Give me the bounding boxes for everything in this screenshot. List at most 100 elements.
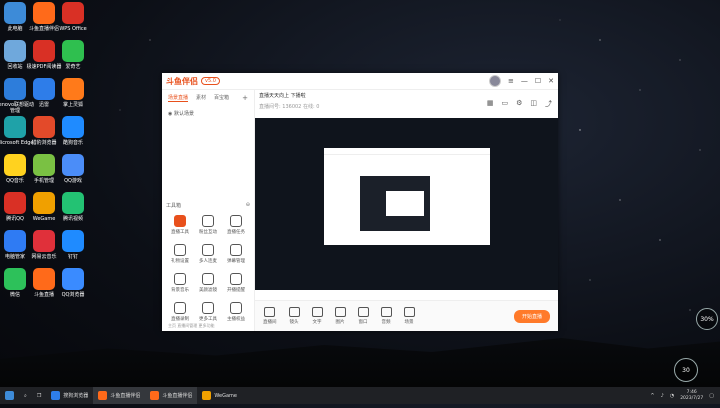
clock-date: 2023/7/27 bbox=[680, 395, 704, 401]
app-icon bbox=[62, 230, 84, 252]
tool-item[interactable]: 弹幕管理 bbox=[222, 244, 250, 264]
stream-info: 直播天天向上 下播啦 直播间号: 136002 在线: 0 ▦ ▭ ⚙ ◫ ⤴ bbox=[255, 90, 558, 120]
tool-label: 更多工具 bbox=[199, 317, 217, 322]
tab-materials[interactable]: 素材 bbox=[196, 94, 206, 102]
desktop-icon-label: QQ浏览器 bbox=[61, 292, 85, 298]
system-tray: ^ ♪ ◔ 7:46 2023/7/27 ▢ bbox=[650, 390, 720, 402]
scene-item[interactable]: ◉ 默认场景 bbox=[162, 106, 254, 121]
clock[interactable]: 7:46 2023/7/27 bbox=[680, 390, 703, 402]
taskbar: ⌕ ❐ 搜狗浏览器 斗鱼直播伴侣 斗鱼直播伴侣 WeGame ^ ♪ ◔ 7:46 2… bbox=[0, 387, 720, 404]
tool-item[interactable]: 背景音乐 bbox=[166, 273, 194, 293]
toolbar-button-label: 窗口 bbox=[358, 320, 368, 325]
tool-label: 美颜滤镜 bbox=[199, 288, 217, 293]
toolbar-button[interactable]: 图片 bbox=[334, 307, 346, 325]
tool-item[interactable]: 直播任务 bbox=[222, 215, 250, 235]
maximize-icon[interactable]: ☐ bbox=[535, 77, 541, 85]
net-speed-widget[interactable]: 30% bbox=[696, 308, 718, 330]
live-preview[interactable] bbox=[255, 118, 558, 290]
tool-label: 粉丝互动 bbox=[199, 230, 217, 235]
tool-item[interactable]: 粉丝互动 bbox=[194, 215, 222, 235]
tool-label: 背景音乐 bbox=[171, 288, 189, 293]
collapse-icon[interactable]: ⊖ bbox=[246, 202, 250, 209]
left-panel: 场景直播 素材 百宝箱 + ◉ 默认场景 工具箱 ⊖ 直播工具 粉丝互动 直播任务礼… bbox=[162, 90, 255, 331]
toolbox-header: 工具箱 ⊖ bbox=[166, 202, 250, 209]
tool-label: 多人连麦 bbox=[199, 259, 217, 264]
notification-icon[interactable]: ▢ bbox=[709, 393, 714, 399]
desktop-icon-label: 钉钉 bbox=[67, 254, 78, 260]
tool-item[interactable]: 更多工具 bbox=[194, 302, 222, 322]
app-icon bbox=[62, 78, 84, 100]
cpu-value: 30 bbox=[682, 366, 690, 374]
windows-icon bbox=[5, 391, 14, 400]
app-icon bbox=[62, 154, 84, 176]
main-area: 直播天天向上 下播啦 直播间号: 136002 在线: 0 ▦ ▭ ⚙ ◫ ⤴ … bbox=[255, 90, 558, 331]
tool-label: 弹幕管理 bbox=[227, 259, 245, 264]
cpu-widget[interactable]: 30 bbox=[674, 358, 698, 382]
add-icon[interactable]: + bbox=[242, 94, 248, 102]
tool-icon bbox=[174, 273, 186, 285]
app-icon bbox=[202, 391, 212, 400]
toolbar-button[interactable]: 文字 bbox=[311, 307, 323, 325]
desktop-icon-label: 爱奇艺 bbox=[65, 64, 81, 70]
tool-item[interactable]: 主播权益 bbox=[222, 302, 250, 322]
start-live-button[interactable]: 开始直播 bbox=[513, 309, 550, 323]
tool-item[interactable]: 直播工具 bbox=[166, 215, 194, 235]
version-badge[interactable]: v5.0 bbox=[201, 77, 220, 85]
eye-icon[interactable]: ◉ bbox=[168, 111, 172, 117]
up-arrow-icon[interactable]: ^ bbox=[650, 393, 654, 399]
desktop-icon[interactable]: QQ游戏 bbox=[52, 154, 94, 184]
tool-item[interactable]: 开播提醒 bbox=[222, 273, 250, 293]
toolbar-button[interactable]: 音频 bbox=[380, 307, 392, 325]
stream-title[interactable]: 直播天天向上 下播啦 bbox=[259, 92, 554, 99]
left-footer: 主页 直播间管理 更多功能 bbox=[168, 323, 215, 328]
start-button[interactable] bbox=[0, 387, 19, 404]
desktop-icon[interactable]: 钉钉 bbox=[52, 230, 94, 260]
taskbar-app[interactable]: 搜狗浏览器 bbox=[46, 387, 93, 404]
share-icon[interactable]: ⤴ bbox=[545, 99, 552, 109]
app-logo: 斗鱼伴侣 bbox=[166, 76, 198, 86]
tool-icon bbox=[230, 302, 242, 314]
toolbar-button[interactable]: 直播间 bbox=[263, 307, 277, 325]
taskbar-app[interactable]: 斗鱼直播伴侣 bbox=[145, 387, 198, 404]
toolbar-button-label: 音频 bbox=[381, 320, 391, 325]
settings-icon[interactable]: ⚙ bbox=[516, 99, 522, 109]
taskbar-app[interactable]: WeGame bbox=[197, 387, 242, 404]
desktop-icon[interactable]: 酷狗音乐 bbox=[52, 116, 94, 146]
tool-item[interactable]: 美颜滤镜 bbox=[194, 273, 222, 293]
desktop-icon[interactable]: 爱奇艺 bbox=[52, 40, 94, 70]
desktop-icon[interactable]: 掌上灵狐 bbox=[52, 78, 94, 108]
tab-scenes[interactable]: 场景直播 bbox=[168, 94, 189, 102]
camera-icon[interactable]: ◫ bbox=[530, 99, 537, 109]
tool-label: 直播任务 bbox=[227, 230, 245, 235]
bottom-toolbar: 直播间 镜头 文字 图片 窗口 音频 场景 开始直播 bbox=[255, 300, 558, 331]
taskbar-app-label: 搜狗浏览器 bbox=[63, 393, 89, 399]
avatar[interactable] bbox=[488, 75, 501, 87]
tool-item[interactable]: 多人连麦 bbox=[194, 244, 222, 264]
desktop-icon[interactable]: 腾讯视频 bbox=[52, 192, 94, 222]
toolbar-button-label: 直播间 bbox=[263, 320, 277, 325]
tool-icon bbox=[230, 215, 242, 227]
menu-icon[interactable]: ≡ bbox=[508, 77, 514, 85]
minimize-icon[interactable]: — bbox=[521, 77, 528, 85]
tool-item[interactable]: 礼物设置 bbox=[166, 244, 194, 264]
toolbar-button[interactable]: 镜头 bbox=[288, 307, 300, 325]
task-view-button[interactable]: ❐ bbox=[32, 387, 46, 404]
search-button[interactable]: ⌕ bbox=[19, 387, 32, 404]
desktop-icon[interactable]: WPS Office bbox=[52, 2, 94, 32]
taskbar-app[interactable]: 斗鱼直播伴侣 bbox=[93, 387, 146, 404]
tool-item[interactable]: 直播录制 bbox=[166, 302, 194, 322]
close-icon[interactable]: ✕ bbox=[548, 77, 554, 85]
app-window: 斗鱼伴侣 v5.0 ≡ — ☐ ✕ 场景直播 素材 百宝箱 + ◉ 默认场景 工… bbox=[162, 73, 558, 331]
app-icon bbox=[62, 40, 84, 62]
taskbar-app-label: WeGame bbox=[214, 392, 237, 399]
layout-icon[interactable]: ▭ bbox=[501, 99, 508, 109]
network-icon[interactable]: ◔ bbox=[670, 393, 674, 399]
toolbar-button-label: 文字 bbox=[312, 320, 322, 325]
tab-toolbox[interactable]: 百宝箱 bbox=[214, 94, 229, 102]
desktop-icon-label: 腾讯视频 bbox=[62, 216, 83, 222]
grid-icon[interactable]: ▦ bbox=[487, 99, 494, 109]
speaker-icon[interactable]: ♪ bbox=[661, 393, 664, 399]
desktop-icon[interactable]: QQ浏览器 bbox=[52, 268, 94, 298]
toolbar-button[interactable]: 窗口 bbox=[357, 307, 369, 325]
toolbar-button[interactable]: 场景 bbox=[403, 307, 415, 325]
